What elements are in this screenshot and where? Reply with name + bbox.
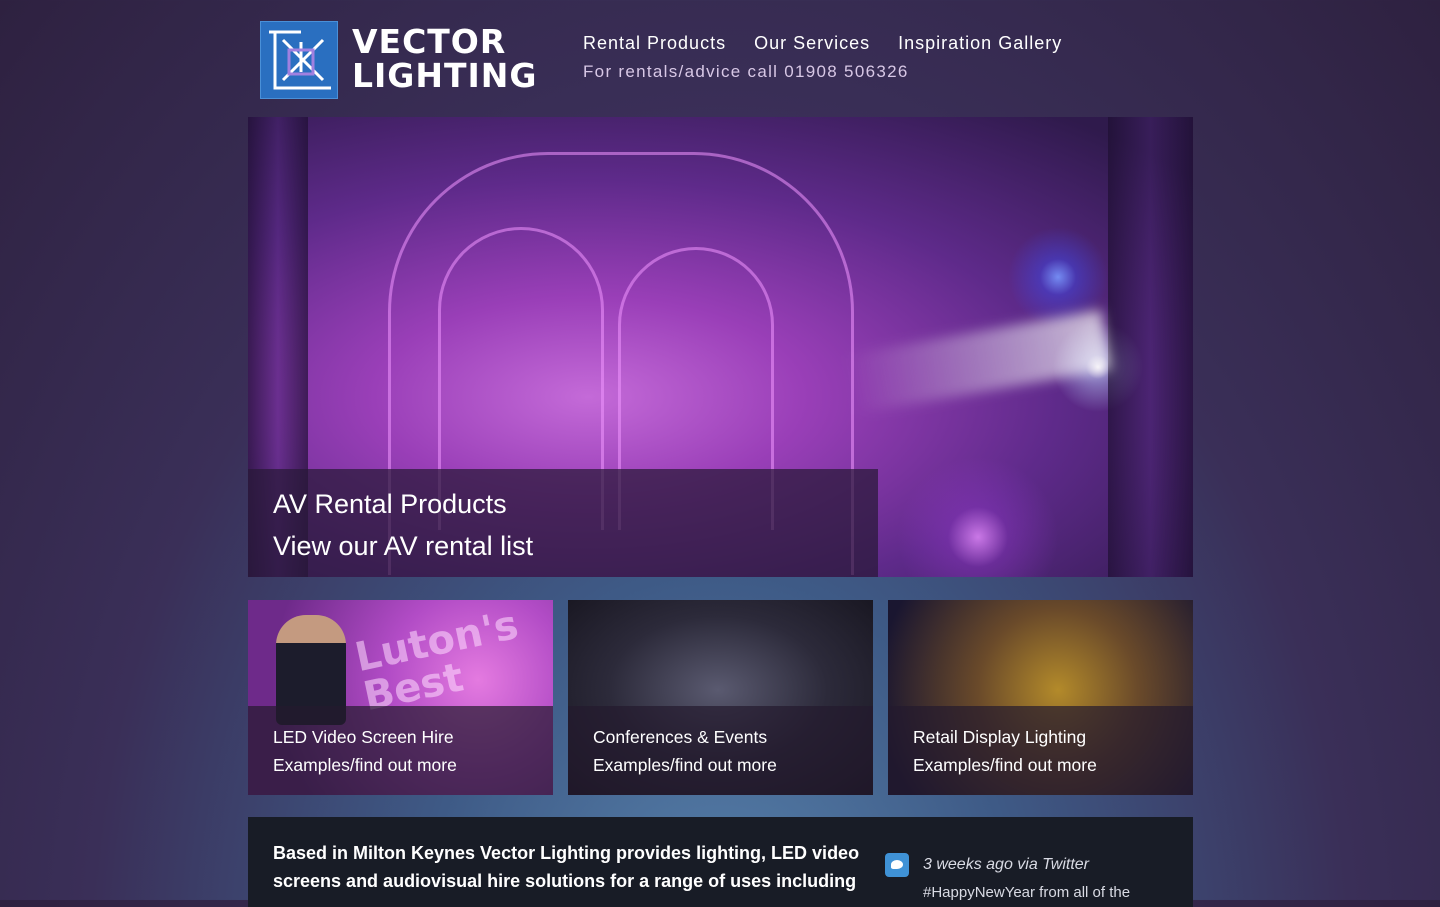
tile-award-banner: Luton's Best [351,601,523,721]
info-panel: Based in Milton Keynes Vector Lighting p… [248,817,1193,907]
logo-wordmark: VECTOR LIGHTING [352,25,538,93]
tile-link[interactable]: Examples/find out more [273,751,553,779]
tile-link[interactable]: Examples/find out more [593,751,873,779]
hero-caption: AV Rental Products View our AV rental li… [248,469,878,577]
hero-rental-list-link[interactable]: View our AV rental list [273,525,878,567]
tile-caption: Retail Display Lighting Examples/find ou… [888,706,1193,795]
tile-title[interactable]: LED Video Screen Hire [273,723,553,751]
hero-title-link[interactable]: AV Rental Products [273,483,878,525]
phone-contact: For rentals/advice call 01908 506326 [583,62,909,81]
hero-banner[interactable]: AV Rental Products View our AV rental li… [248,117,1193,577]
tile-title[interactable]: Retail Display Lighting [913,723,1193,751]
nav-our-services[interactable]: Our Services [754,33,870,53]
tile-caption: LED Video Screen Hire Examples/find out … [248,706,553,795]
logo-line-1: VECTOR [352,22,507,61]
nav-rental-products[interactable]: Rental Products [583,33,726,53]
logo-line-2: LIGHTING [352,56,538,95]
tile-link[interactable]: Examples/find out more [913,751,1193,779]
tile-title[interactable]: Conferences & Events [593,723,873,751]
site-header: VECTOR LIGHTING Rental Products Our Serv… [248,0,1193,117]
intro-text: Based in Milton Keynes Vector Lighting p… [273,843,860,891]
twitter-bird-icon[interactable] [885,853,909,877]
main-nav: Rental Products Our Services Inspiration… [583,33,1084,54]
tile-conferences-events[interactable]: Conferences & Events Examples/find out m… [568,600,873,795]
page-wrapper: VECTOR LIGHTING Rental Products Our Serv… [248,0,1193,907]
tile-retail-display-lighting[interactable]: Retail Display Lighting Examples/find ou… [888,600,1193,795]
hero-pillar-right [1108,117,1193,577]
site-logo[interactable]: VECTOR LIGHTING [260,21,542,100]
hero-light-beam [844,309,1112,415]
tile-caption: Conferences & Events Examples/find out m… [568,706,873,795]
feature-tiles: Luton's Best LED Video Screen Hire Examp… [248,600,1193,795]
tweet-meta[interactable]: 3 weeks ago via Twitter [923,856,1089,874]
nav-inspiration-gallery[interactable]: Inspiration Gallery [898,33,1062,53]
logo-mark-icon [260,21,338,99]
tweet-text[interactable]: #HappyNewYear from all of the [923,884,1130,901]
tile-led-video-screen-hire[interactable]: Luton's Best LED Video Screen Hire Examp… [248,600,553,795]
